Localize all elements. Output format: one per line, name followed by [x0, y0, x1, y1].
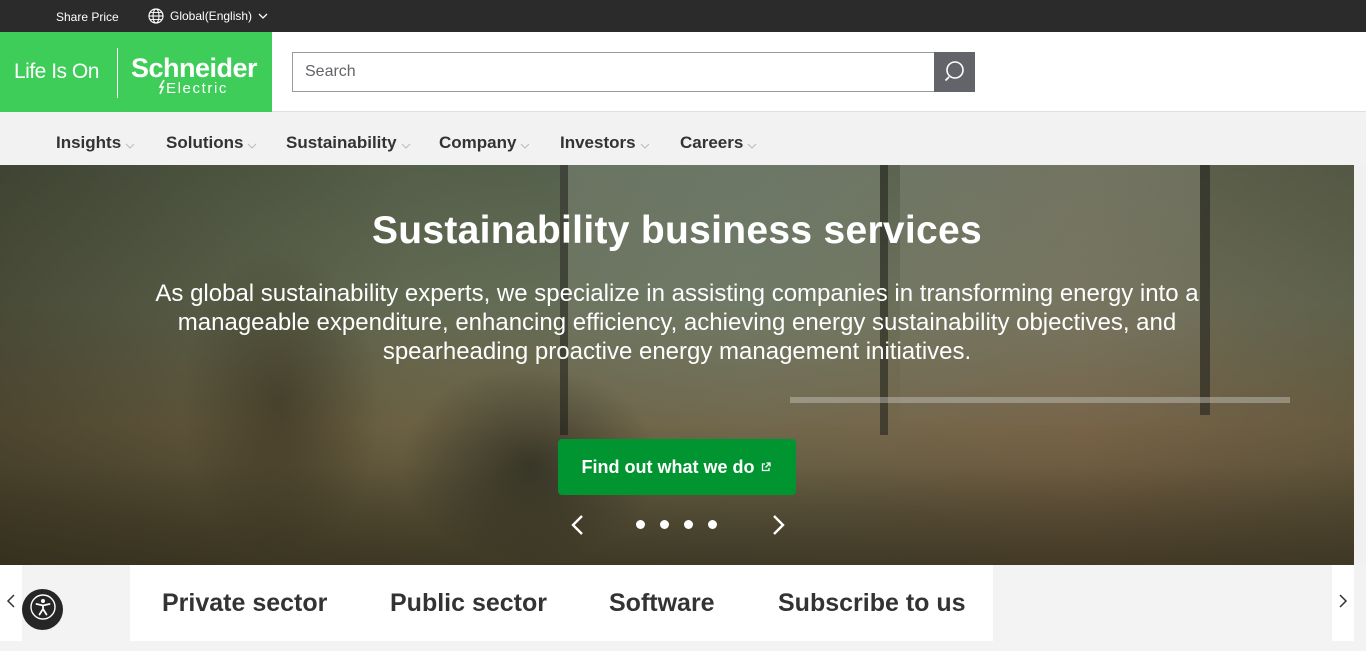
- hero-title: Sustainability business services: [371, 209, 983, 252]
- carousel-dot-1[interactable]: [636, 520, 645, 529]
- chevron-down-icon: [747, 135, 757, 155]
- language-label: Global(English): [170, 9, 253, 23]
- globe-icon: [148, 8, 164, 24]
- accessibility-icon: [29, 594, 56, 625]
- tabs-next-button[interactable]: [1332, 565, 1354, 641]
- tab-public-sector[interactable]: Public sector: [390, 589, 547, 618]
- nav-item-label: Careers: [680, 133, 744, 152]
- carousel-next-button[interactable]: [766, 511, 790, 539]
- chevron-left-icon: [6, 593, 16, 614]
- chevron-right-icon: [766, 515, 790, 543]
- carousel-dot-3[interactable]: [684, 520, 693, 529]
- chevron-down-icon: [640, 135, 650, 155]
- share-price-link[interactable]: Share Price: [56, 10, 119, 24]
- tabs-prev-button[interactable]: [0, 565, 22, 641]
- nav-item-insights[interactable]: Insights: [56, 131, 135, 155]
- carousel-prev-button[interactable]: [566, 511, 590, 539]
- nav-item-company[interactable]: Company: [439, 131, 530, 155]
- chevron-left-icon: [566, 515, 590, 543]
- hero-background-railing: [790, 397, 1290, 403]
- search-button[interactable]: [934, 52, 975, 92]
- hero-carousel: Sustainability business services As glob…: [0, 165, 1354, 565]
- nav-item-careers[interactable]: Careers: [680, 131, 757, 155]
- carousel-dot-4[interactable]: [708, 520, 717, 529]
- search-bar: [292, 52, 975, 92]
- cta-label: Find out what we do: [581, 456, 755, 477]
- hero-description: As global sustainability experts, we spe…: [155, 280, 1199, 365]
- chevron-down-icon: [401, 135, 411, 155]
- site-header: Life Is On Schneider Electric: [0, 32, 1366, 112]
- tab-subscribe[interactable]: Subscribe to us: [778, 589, 966, 618]
- chevron-down-icon: [520, 135, 530, 155]
- schneider-logo[interactable]: Life Is On Schneider Electric: [0, 32, 272, 112]
- life-is-on-tagline: Life Is On: [14, 60, 99, 83]
- search-icon: [944, 60, 966, 85]
- brand-subname: Electric: [166, 80, 228, 97]
- chevron-down-icon: [247, 135, 257, 155]
- brand-name: Schneider: [131, 53, 258, 83]
- sector-tab-strip: Private sector Public sector Software Su…: [0, 565, 1366, 651]
- chevron-right-icon: [1338, 593, 1348, 614]
- logo-divider: [117, 48, 118, 98]
- electric-mark-icon: [158, 79, 166, 100]
- nav-item-investors[interactable]: Investors: [560, 131, 650, 155]
- chevron-down-icon: [258, 11, 268, 21]
- nav-item-label: Insights: [56, 133, 122, 152]
- language-selector[interactable]: Global(English): [148, 8, 268, 24]
- main-nav: Insights Solutions Sustainability Compan…: [0, 113, 1366, 165]
- nav-item-label: Company: [439, 133, 517, 152]
- nav-item-solutions[interactable]: Solutions: [166, 131, 257, 155]
- tab-software[interactable]: Software: [609, 589, 715, 618]
- find-out-button[interactable]: Find out what we do: [558, 439, 796, 495]
- nav-item-label: Solutions: [166, 133, 244, 152]
- tab-private-sector[interactable]: Private sector: [162, 589, 327, 618]
- sector-tabs: Private sector Public sector Software Su…: [130, 565, 993, 641]
- carousel-dot-2[interactable]: [660, 520, 669, 529]
- chevron-down-icon: [125, 135, 135, 155]
- external-link-icon: [760, 457, 772, 478]
- nav-item-label: Investors: [560, 133, 636, 152]
- nav-item-sustainability[interactable]: Sustainability: [286, 131, 411, 155]
- top-utility-bar: Share Price Global(English): [0, 0, 1366, 32]
- accessibility-button[interactable]: [22, 589, 63, 630]
- search-input[interactable]: [292, 52, 934, 92]
- nav-item-label: Sustainability: [286, 133, 397, 152]
- page-scrollbar[interactable]: [1354, 165, 1366, 565]
